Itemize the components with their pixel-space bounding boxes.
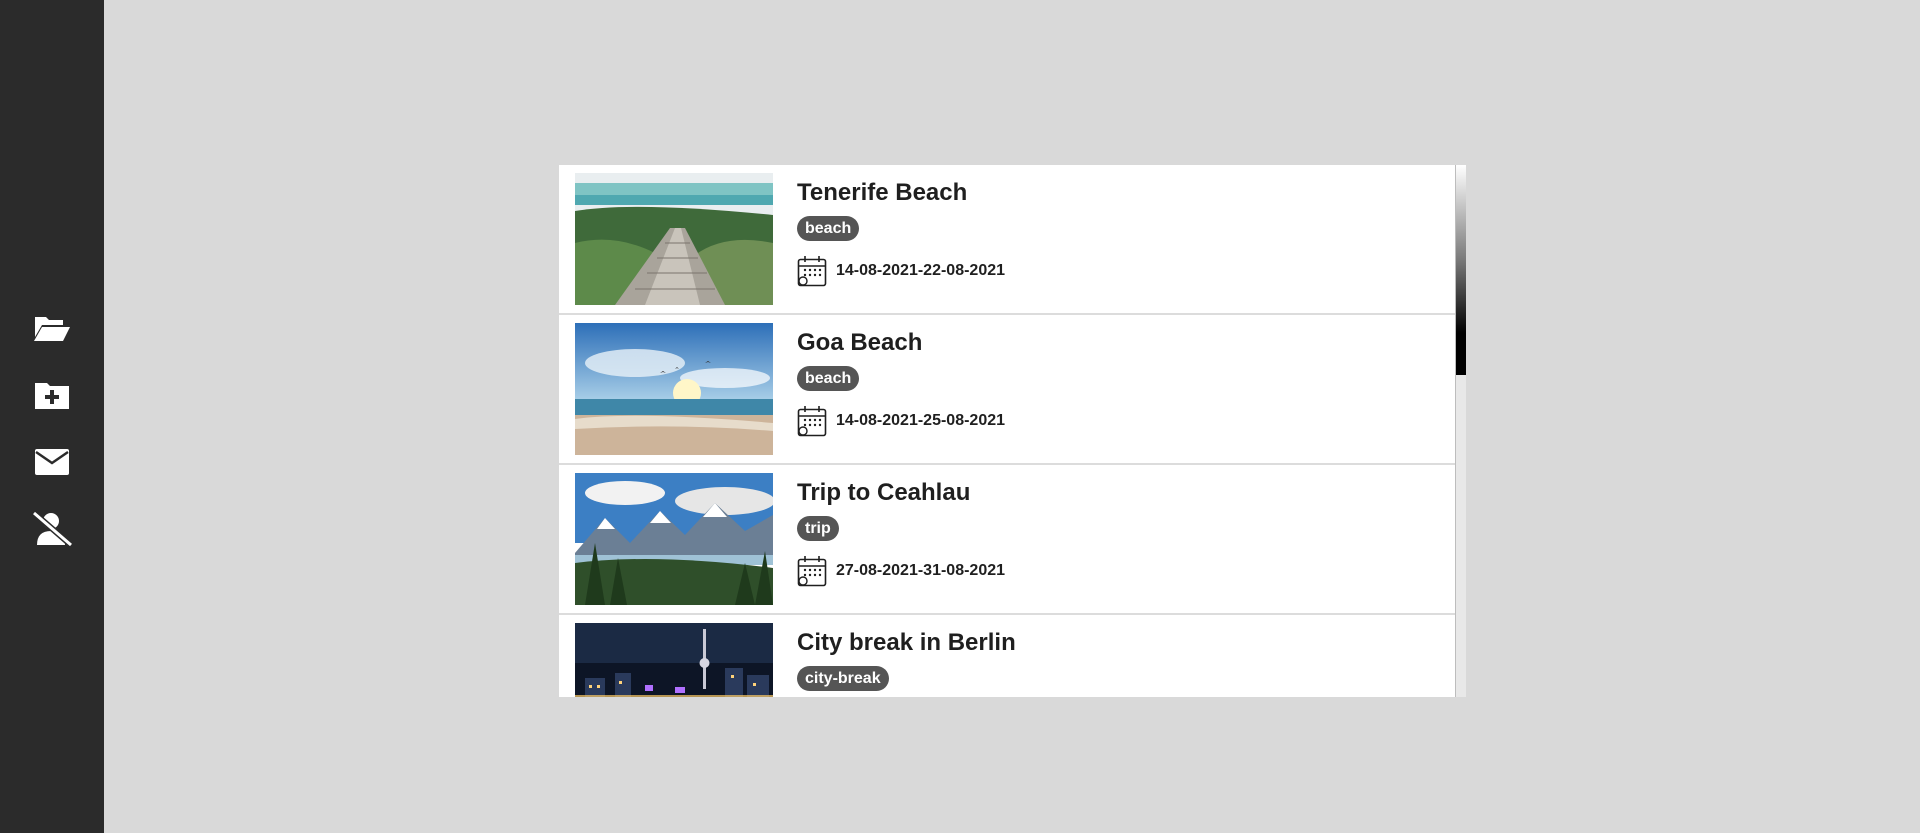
trip-dates: 14-08-2021 - 22-08-2021	[797, 255, 1005, 287]
sidebar-item-add-trip[interactable]	[28, 373, 76, 417]
trip-end-date: 31-08-2021	[923, 562, 1006, 579]
trip-end-date: 25-08-2021	[923, 412, 1006, 429]
calendar-icon	[797, 555, 836, 587]
trip-title: City break in Berlin	[797, 629, 1016, 656]
user-slash-icon	[31, 511, 73, 547]
trip-image	[575, 323, 773, 455]
trip-tag: beach	[797, 216, 860, 241]
sidebar	[0, 0, 104, 833]
trip-card[interactable]: Trip to Ceahlau trip 27-08-2021 - 31-08-…	[559, 465, 1455, 615]
sidebar-item-messages[interactable]	[28, 440, 76, 484]
trip-card[interactable]: Tenerife Beach beach 14-08-2021 - 22-08-…	[559, 165, 1455, 315]
envelope-icon	[35, 449, 69, 475]
scrollbar-thumb[interactable]	[1456, 165, 1466, 375]
trip-card[interactable]: Goa Beach beach 14-08-2021 - 25-08-2021	[559, 315, 1455, 465]
folder-open-icon	[33, 313, 71, 343]
trip-image	[575, 623, 773, 697]
calendar-icon	[797, 405, 836, 437]
sidebar-item-logout[interactable]	[28, 507, 76, 551]
trip-title: Trip to Ceahlau	[797, 479, 971, 506]
trip-end-date: 22-08-2021	[923, 262, 1006, 279]
trip-list[interactable]: Tenerife Beach beach 14-08-2021 - 22-08-…	[559, 165, 1466, 697]
trip-image	[575, 473, 773, 605]
trip-title: Tenerife Beach	[797, 179, 968, 206]
scrollbar[interactable]	[1455, 165, 1466, 697]
folder-plus-icon	[35, 381, 69, 409]
sidebar-item-open-trips[interactable]	[28, 306, 76, 350]
trip-start-date: 27-08-2021	[836, 562, 918, 579]
trip-dates: 27-08-2021 - 31-08-2021	[797, 555, 1005, 587]
trip-start-date: 14-08-2021	[836, 412, 918, 429]
trip-tag: trip	[797, 516, 839, 541]
trip-card[interactable]: City break in Berlin city-break	[559, 615, 1455, 697]
trip-start-date: 14-08-2021	[836, 262, 918, 279]
trip-tag: beach	[797, 366, 860, 391]
trip-dates: 14-08-2021 - 25-08-2021	[797, 405, 1005, 437]
calendar-icon	[797, 255, 836, 287]
trip-tag: city-break	[797, 666, 889, 691]
trip-title: Goa Beach	[797, 329, 923, 356]
trip-image	[575, 173, 773, 305]
